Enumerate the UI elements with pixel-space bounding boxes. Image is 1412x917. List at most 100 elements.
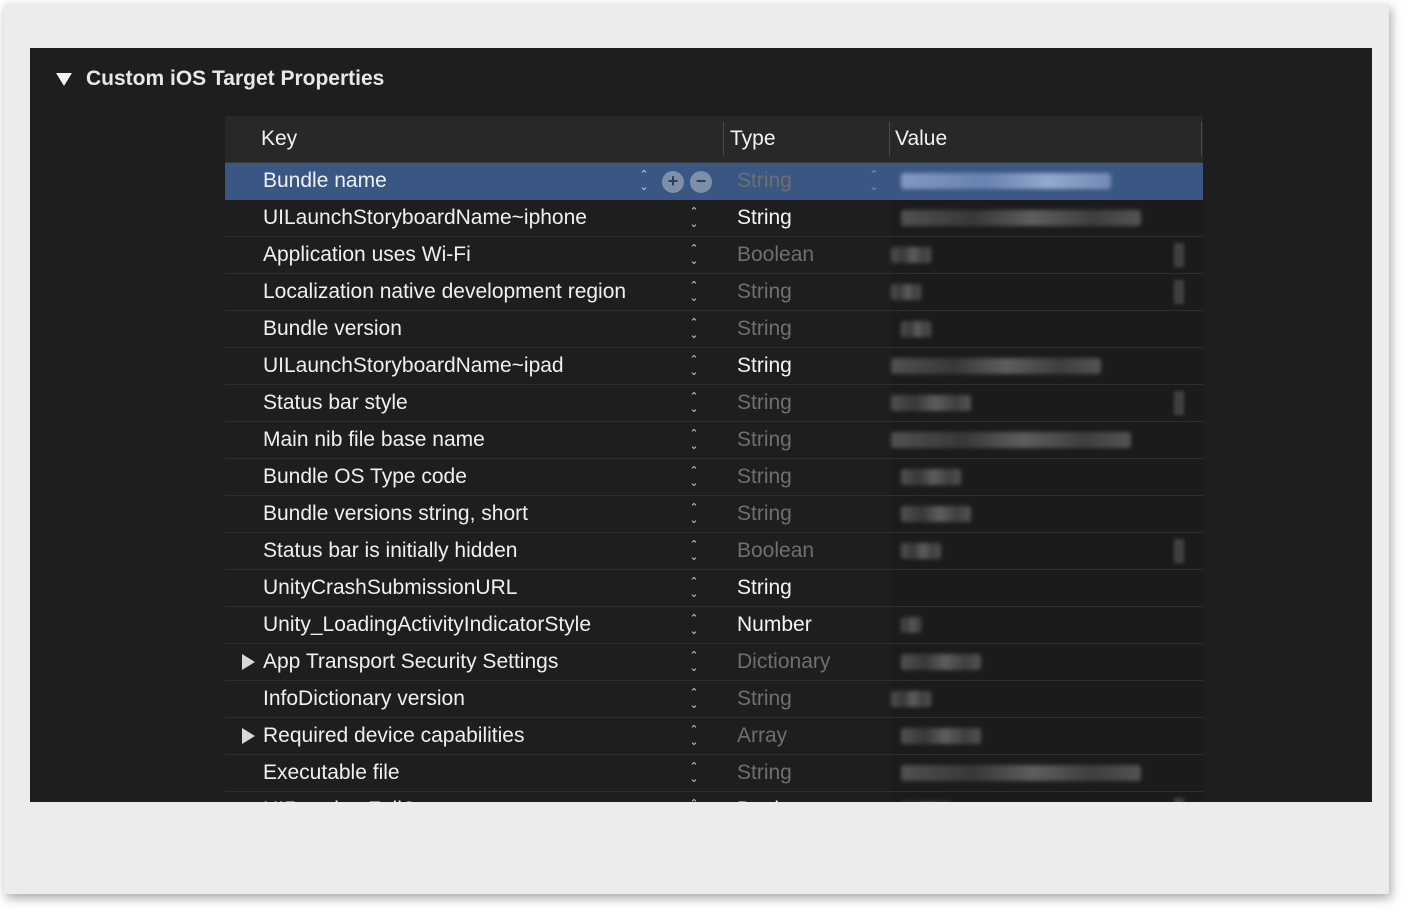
plus-circle-icon[interactable]: + (662, 171, 684, 193)
value-field[interactable] (891, 311, 1203, 347)
up-down-chevron-icon[interactable]: ⌃⌄ (687, 465, 701, 491)
key-cell[interactable]: Status bar is initially hidden ⌃ ⌄ (225, 533, 725, 569)
triangle-right-icon[interactable] (242, 654, 255, 670)
table-row[interactable]: UILaunchStoryboardName~iphone ⌃ ⌄ String (225, 200, 1203, 237)
table-row[interactable]: Bundle name ⌃ ⌄ + − String ⌃ ⌄ (225, 163, 1203, 200)
key-cell[interactable]: Status bar style ⌃ ⌄ (225, 385, 725, 421)
type-popup[interactable]: String (737, 496, 792, 532)
type-popup[interactable]: String (737, 570, 792, 606)
table-row[interactable]: InfoDictionary version ⌃ ⌄ String (225, 681, 1203, 718)
up-down-chevron-icon[interactable]: ⌃⌄ (867, 169, 881, 193)
type-popup[interactable]: String (737, 274, 792, 310)
type-popup[interactable]: Array (737, 718, 787, 754)
column-header-key[interactable]: Key (261, 116, 297, 162)
type-popup[interactable]: String (737, 459, 792, 495)
value-field[interactable] (891, 681, 1203, 717)
up-down-chevron-icon[interactable]: ⌃⌄ (687, 613, 701, 639)
triangle-right-icon[interactable] (242, 728, 255, 744)
type-popup[interactable]: String (737, 348, 792, 384)
table-row[interactable]: UnityCrashSubmissionURL ⌃ ⌄ String (225, 570, 1203, 607)
type-popup[interactable]: String (737, 422, 792, 458)
key-cell[interactable]: UILaunchStoryboardName~ipad ⌃ ⌄ (225, 348, 725, 384)
value-field[interactable] (891, 274, 1203, 310)
column-header-type[interactable]: Type (730, 116, 776, 162)
up-down-chevron-icon[interactable]: ⌃⌄ (687, 243, 701, 269)
key-cell[interactable]: Unity_LoadingActivityIndicatorStyle ⌃ ⌄ (225, 607, 725, 643)
type-popup[interactable]: String (737, 200, 792, 236)
up-down-chevron-icon[interactable]: ⌃⌄ (687, 428, 701, 454)
up-down-chevron-icon[interactable]: ⌃⌄ (687, 206, 701, 232)
key-cell[interactable]: Application uses Wi-Fi ⌃ ⌄ (225, 237, 725, 273)
table-row[interactable]: UIRequiresFullScreen ⌃⌄ Boolean (225, 792, 1203, 802)
table-row[interactable]: Required device capabilities ⌃ ⌄ Array (225, 718, 1203, 755)
value-field[interactable] (891, 570, 1203, 606)
key-cell[interactable]: Localization native development region ⌃ ⌄ (225, 274, 725, 310)
up-down-chevron-icon[interactable]: ⌃⌄ (687, 724, 701, 750)
type-popup[interactable]: Dictionary (737, 644, 830, 680)
section-header[interactable]: Custom iOS Target Properties (56, 66, 384, 92)
value-field[interactable] (891, 496, 1203, 532)
key-cell[interactable]: Bundle versions string, short ⌃ ⌄ (225, 496, 725, 532)
column-header-value[interactable]: Value (895, 116, 947, 162)
value-field[interactable] (891, 200, 1203, 236)
value-field[interactable] (891, 792, 1203, 802)
up-down-chevron-icon[interactable]: ⌃⌄ (687, 761, 701, 787)
key-cell[interactable]: Bundle version ⌃ ⌄ (225, 311, 725, 347)
table-row[interactable]: Localization native development region ⌃ ⌄… (225, 274, 1203, 311)
value-field[interactable] (891, 459, 1203, 495)
value-field[interactable] (891, 385, 1203, 421)
type-popup[interactable]: String (737, 385, 792, 421)
key-cell[interactable]: InfoDictionary version ⌃ ⌄ (225, 681, 725, 717)
table-row[interactable]: Application uses Wi-Fi ⌃ ⌄ Boolean (225, 237, 1203, 274)
value-field[interactable] (891, 718, 1203, 754)
up-down-chevron-icon[interactable]: ⌃⌄ (687, 687, 701, 713)
key-cell[interactable]: Required device capabilities ⌃ ⌄ (225, 718, 725, 754)
type-popup[interactable]: String (737, 163, 792, 199)
key-cell[interactable]: UnityCrashSubmissionURL ⌃ ⌄ (225, 570, 725, 606)
key-cell[interactable]: Bundle OS Type code ⌃ ⌄ (225, 459, 725, 495)
up-down-chevron-icon[interactable]: ⌃⌄ (687, 391, 701, 417)
value-field[interactable] (891, 644, 1203, 680)
type-popup[interactable]: Number (737, 607, 812, 643)
column-divider[interactable] (889, 122, 890, 156)
table-row[interactable]: Bundle versions string, short ⌃ ⌄ String (225, 496, 1203, 533)
table-row[interactable]: Unity_LoadingActivityIndicatorStyle ⌃ ⌄ Num… (225, 607, 1203, 644)
key-cell[interactable]: Executable file ⌃ ⌄ (225, 755, 725, 791)
up-down-chevron-icon[interactable]: ⌃⌄ (687, 650, 701, 676)
table-row[interactable]: App Transport Security Settings ⌃ ⌄ Diction… (225, 644, 1203, 681)
type-popup[interactable]: String (737, 311, 792, 347)
type-popup[interactable]: Boolean (737, 237, 814, 273)
table-row[interactable]: Executable file ⌃ ⌄ String (225, 755, 1203, 792)
minus-circle-icon[interactable]: − (690, 171, 712, 193)
value-field[interactable] (891, 422, 1203, 458)
table-row[interactable]: Status bar is initially hidden ⌃ ⌄ Boolean (225, 533, 1203, 570)
key-cell[interactable]: Main nib file base name ⌃ ⌄ (225, 422, 725, 458)
table-row[interactable]: Status bar style ⌃ ⌄ String (225, 385, 1203, 422)
value-field[interactable] (891, 533, 1203, 569)
up-down-chevron-icon[interactable]: ⌃⌄ (687, 280, 701, 306)
key-cell[interactable]: UIRequiresFullScreen ⌃⌄ (225, 792, 725, 802)
value-field[interactable] (891, 348, 1203, 384)
triangle-down-icon[interactable] (56, 72, 72, 86)
type-popup[interactable]: String (737, 755, 792, 791)
key-cell[interactable]: UILaunchStoryboardName~iphone ⌃ ⌄ (225, 200, 725, 236)
key-cell[interactable]: Bundle name ⌃ ⌄ + − (225, 163, 725, 199)
up-down-chevron-icon[interactable]: ⌃⌄ (687, 539, 701, 565)
value-field[interactable] (891, 755, 1203, 791)
up-down-chevron-icon[interactable]: ⌃⌄ (637, 169, 651, 195)
table-row[interactable]: Main nib file base name ⌃ ⌄ String (225, 422, 1203, 459)
value-field[interactable] (891, 163, 1203, 199)
up-down-chevron-icon[interactable]: ⌃⌄ (687, 354, 701, 380)
value-field[interactable] (891, 237, 1203, 273)
column-divider[interactable] (723, 122, 724, 156)
value-field[interactable] (891, 607, 1203, 643)
up-down-chevron-icon[interactable]: ⌃⌄ (687, 317, 701, 343)
up-down-chevron-icon[interactable]: ⌃⌄ (687, 502, 701, 528)
up-down-chevron-icon[interactable]: ⌃⌄ (687, 798, 701, 802)
up-down-chevron-icon[interactable]: ⌃⌄ (687, 576, 701, 602)
key-cell[interactable]: App Transport Security Settings ⌃ ⌄ (225, 644, 725, 680)
type-popup[interactable]: Boolean (737, 533, 814, 569)
table-row[interactable]: Bundle version ⌃ ⌄ String (225, 311, 1203, 348)
type-popup[interactable]: Boolean (737, 792, 814, 802)
type-popup[interactable]: String (737, 681, 792, 717)
